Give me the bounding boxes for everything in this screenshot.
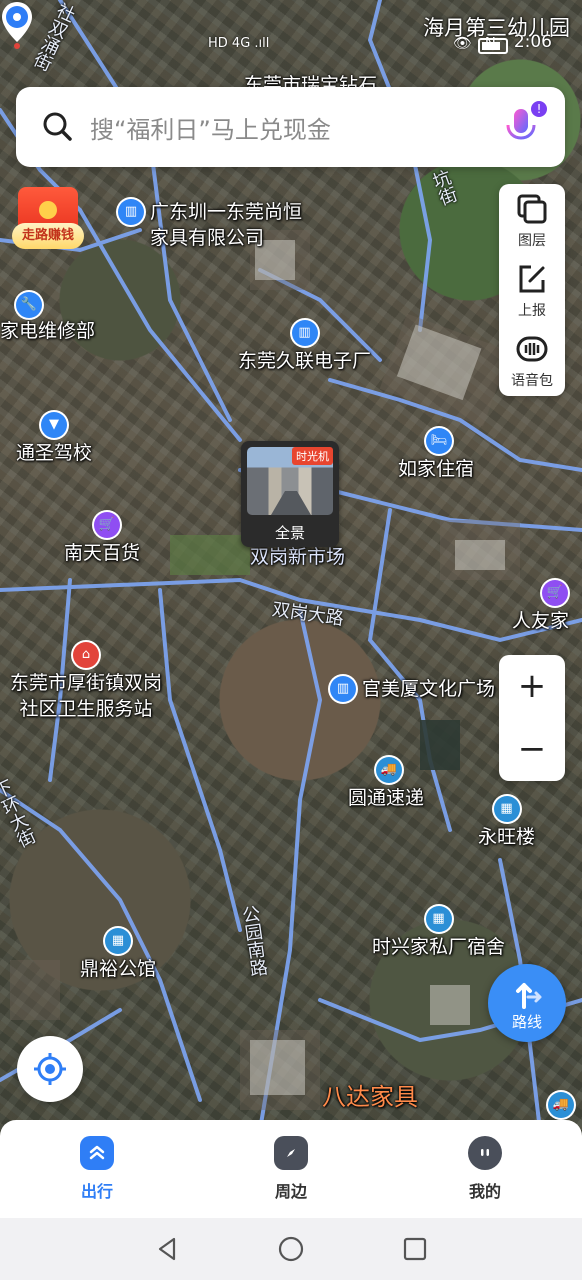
shopping-cart-icon: 🛒 xyxy=(94,512,120,538)
poi-hostel[interactable]: 🛏 如家住宿 xyxy=(398,428,474,482)
poi-bada-furniture[interactable]: 八达家具 xyxy=(322,1084,418,1110)
locate-me-button[interactable] xyxy=(17,1036,83,1102)
route-arrow-icon xyxy=(516,982,542,1009)
compass-icon xyxy=(274,1136,308,1170)
report-button[interactable]: 上报 xyxy=(499,254,565,324)
clock: 2:06 xyxy=(513,32,552,52)
apartment-icon: ▦ xyxy=(425,906,452,932)
envelope-label: 走路赚钱 xyxy=(12,223,84,249)
poi-market[interactable]: 双岗新市场 xyxy=(250,544,345,570)
panorama-caption: 全景 xyxy=(274,524,305,542)
poi-yto-express[interactable]: 🚚 圆通速递 xyxy=(348,757,424,811)
layers-icon xyxy=(517,194,547,224)
bottom-tab-bar: 出行 周边 我的 xyxy=(0,1120,582,1218)
tab-profile[interactable]: 我的 xyxy=(425,1136,545,1202)
poi-cultural-plaza[interactable]: ▥ 官美厦文化广场 xyxy=(330,676,495,702)
route-button[interactable]: 路线 xyxy=(488,964,566,1042)
delivery-truck-icon: 🚚 xyxy=(548,1092,574,1118)
recents-icon[interactable] xyxy=(400,1234,430,1264)
poi-renyou[interactable]: 🛒 人友家 xyxy=(512,580,569,634)
poi-yongwang[interactable]: ▦ 永旺楼 xyxy=(478,796,535,850)
apartment-icon: ▦ xyxy=(493,796,520,822)
wrench-icon: 🔧 xyxy=(16,292,42,318)
walk-earn-envelope[interactable]: 走路赚钱 xyxy=(12,187,84,251)
layers-button[interactable]: 图层 xyxy=(499,184,565,254)
poi-dormitory[interactable]: ▦ 时兴家私厂宿舍 xyxy=(372,906,505,960)
factory-icon: ▥ xyxy=(291,320,318,346)
steering-icon: ▼ xyxy=(41,412,67,438)
notification-badge: ! xyxy=(531,101,547,117)
back-icon[interactable] xyxy=(152,1234,182,1264)
apartment-icon: ▦ xyxy=(105,928,131,954)
tab-travel[interactable]: 出行 xyxy=(37,1136,157,1202)
hospital-icon: ⌂ xyxy=(73,642,99,668)
search-bar[interactable]: 搜“福利日”马上兑现金 ! xyxy=(16,87,565,167)
panorama-card[interactable]: 时光机 全景 xyxy=(241,441,339,547)
delivery-truck-icon: 🚚 xyxy=(376,757,402,783)
bed-icon: 🛏 xyxy=(426,428,452,454)
time-machine-badge: 时光机 xyxy=(292,447,333,465)
report-edit-icon xyxy=(519,265,545,293)
network-indicator: HD 4G .ıll xyxy=(208,36,270,51)
poi-truck-marker[interactable]: 🚚 xyxy=(548,1092,574,1118)
tab-nearby[interactable]: 周边 xyxy=(231,1136,351,1202)
voice-pack-icon xyxy=(516,336,548,362)
shopping-cart-icon: 🛒 xyxy=(542,580,568,606)
zoom-in-button[interactable]: + xyxy=(499,655,565,718)
poi-nantian-store[interactable]: 🛒 南天百货 xyxy=(64,512,140,566)
poi-health-station[interactable]: ⌂ 东莞市厚街镇双岗 社区卫生服务站 xyxy=(10,642,162,722)
poi-dingyu-hall[interactable]: ▦ 鼎裕公馆 xyxy=(80,928,156,982)
zoom-control: + − xyxy=(499,655,565,781)
building-icon: ▥ xyxy=(118,199,144,225)
search-icon xyxy=(43,112,72,141)
poi-electronics-factory[interactable]: ▥ 东莞久联电子厂 xyxy=(238,320,371,374)
voice-search-button[interactable]: ! xyxy=(495,101,547,153)
search-input[interactable]: 搜“福利日”马上兑现金 xyxy=(90,110,495,145)
battery-icon xyxy=(478,38,508,54)
travel-icon xyxy=(80,1136,114,1170)
route-label: 路线 xyxy=(511,1012,542,1031)
voice-pack-button[interactable]: 语音包 xyxy=(499,324,565,394)
zoom-out-button[interactable]: − xyxy=(499,718,565,781)
poi-appliance-repair[interactable]: 🔧 家电维修部 xyxy=(0,292,95,344)
profile-icon xyxy=(468,1136,502,1170)
satellite-map[interactable]: 双岗大路 公园南路 社双涌街 下环大街 坑街 东莞市瑞宝钻石 ▥ 广东圳一东莞尚… xyxy=(0,0,582,1130)
crosshair-icon xyxy=(34,1053,66,1085)
status-bar: HD 4G .ıll 海月第三幼儿园 👁 N 2:06 xyxy=(0,0,582,60)
poi-driving-school[interactable]: ▼ 通圣驾校 xyxy=(16,412,92,466)
home-icon[interactable] xyxy=(276,1234,306,1264)
system-navigation-bar xyxy=(0,1218,582,1280)
poi-furniture-company[interactable]: ▥ 广东圳一东莞尚恒 家具有限公司 xyxy=(118,199,302,251)
building-icon: ▥ xyxy=(330,676,356,702)
map-tools-panel: 图层 上报 语音包 xyxy=(499,184,565,396)
